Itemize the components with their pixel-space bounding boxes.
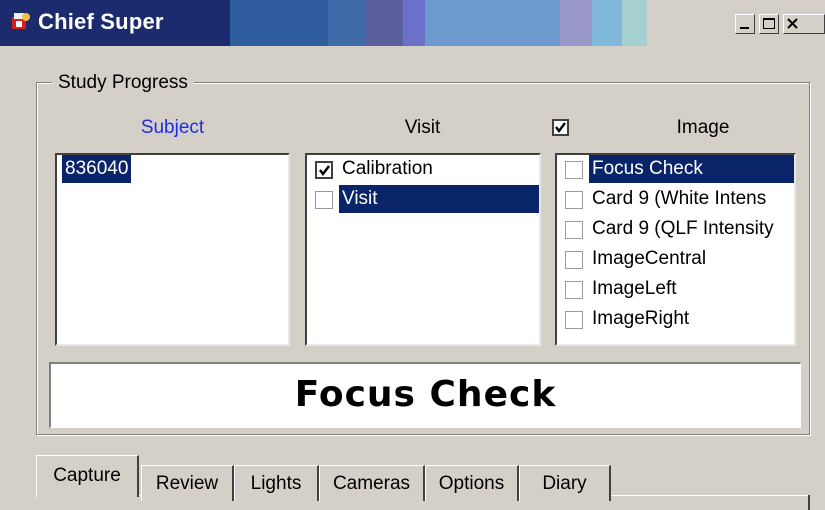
image-checkbox[interactable] (565, 281, 583, 299)
list-item[interactable]: Card 9 (White Intens (557, 185, 794, 215)
image-label: ImageCentral (592, 248, 707, 269)
list-item[interactable]: Visit (307, 185, 539, 215)
image-checkbox[interactable] (565, 221, 583, 239)
tab-review[interactable]: Review (141, 465, 234, 501)
tab-capture[interactable]: Capture (36, 455, 139, 497)
image-checkbox[interactable] (565, 251, 583, 269)
tab-options[interactable]: Options (425, 465, 519, 501)
subject-header: Subject (140, 117, 205, 138)
visit-checkbox[interactable] (315, 161, 333, 179)
image-header: Image (676, 117, 730, 138)
visit-list[interactable]: Calibration Visit (305, 153, 541, 346)
image-list[interactable]: Focus Check Card 9 (White Intens Card 9 … (555, 153, 796, 346)
group-legend: Study Progress (52, 71, 194, 95)
subject-label: 836040 (62, 155, 132, 183)
window-title: Chief Super (38, 9, 164, 34)
title-bar-segment (328, 0, 365, 46)
title-bar-segment (622, 0, 647, 46)
image-label: Focus Check (589, 155, 794, 183)
app-icon[interactable] (10, 11, 32, 33)
title-bar-segment (425, 0, 560, 46)
list-item[interactable]: 836040 (57, 155, 288, 185)
tab-diary[interactable]: Diary (519, 465, 611, 501)
visit-header: Visit (404, 117, 441, 138)
maximize-button[interactable] (759, 14, 779, 34)
tab-lights[interactable]: Lights (234, 465, 319, 501)
current-step-panel: Focus Check (49, 362, 801, 428)
list-item[interactable]: ImageCentral (557, 245, 794, 275)
current-step-title: Focus Check (294, 374, 557, 415)
visit-checkbox[interactable] (315, 191, 333, 209)
image-checkbox[interactable] (565, 191, 583, 209)
visit-label: Visit (339, 185, 539, 213)
title-bar[interactable]: Chief Super (0, 0, 825, 46)
tab-panel-border (808, 495, 810, 510)
list-item[interactable]: ImageRight (557, 305, 794, 335)
title-bar-segment (403, 0, 425, 46)
list-item[interactable]: Focus Check (557, 155, 794, 185)
image-label: Card 9 (QLF Intensity (592, 218, 774, 239)
subject-list[interactable]: 836040 (55, 153, 290, 346)
image-select-all-checkbox[interactable] (552, 119, 569, 136)
close-button[interactable] (783, 14, 825, 34)
image-label: ImageLeft (592, 278, 677, 299)
list-item[interactable]: Calibration (307, 155, 539, 185)
image-checkbox[interactable] (565, 161, 583, 179)
title-bar-segment (230, 0, 328, 46)
list-item[interactable]: Card 9 (QLF Intensity (557, 215, 794, 245)
image-label: ImageRight (592, 308, 690, 329)
tab-cameras[interactable]: Cameras (319, 465, 425, 501)
list-item[interactable]: ImageLeft (557, 275, 794, 305)
title-bar-segment (560, 0, 592, 46)
title-bar-segment (365, 0, 403, 46)
image-checkbox[interactable] (565, 311, 583, 329)
visit-label: Calibration (342, 158, 433, 179)
image-label: Card 9 (White Intens (592, 188, 767, 209)
title-bar-segment (592, 0, 622, 46)
minimize-button[interactable] (735, 14, 755, 34)
